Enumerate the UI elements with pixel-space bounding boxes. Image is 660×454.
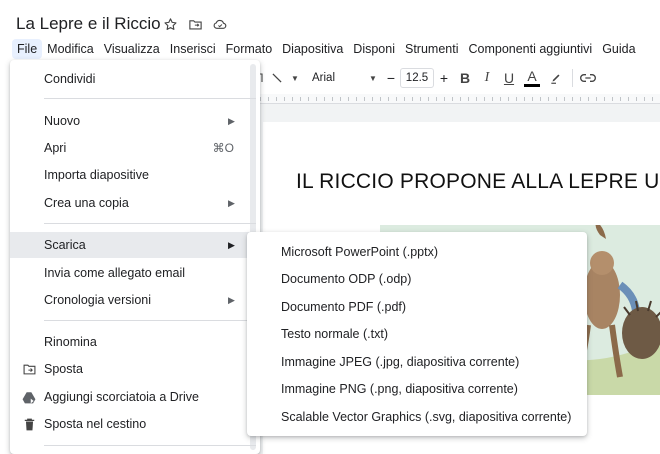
download-odp[interactable]: Documento ODP (.odp) bbox=[247, 265, 587, 292]
menu-divider bbox=[44, 445, 256, 446]
menu-item-label: Rinomina bbox=[44, 335, 97, 349]
menu-item-condividi[interactable]: Condividi bbox=[10, 66, 260, 92]
menu-item-apri[interactable]: Apri ⌘O bbox=[10, 135, 260, 161]
menu-disponi[interactable]: Disponi bbox=[348, 39, 400, 59]
menu-item-invia-email[interactable]: Invia come allegato email bbox=[10, 260, 260, 286]
menu-file[interactable]: File bbox=[12, 39, 43, 59]
download-submenu: Microsoft PowerPoint (.pptx) Documento O… bbox=[247, 232, 587, 436]
menu-item-label: Sposta nel cestino bbox=[44, 417, 147, 431]
submenu-item-label: Documento ODP (.odp) bbox=[281, 271, 412, 286]
toolbar: ▼ Arial ▼ − 12.5 + B I U A bbox=[250, 64, 660, 92]
font-size-decrease-button[interactable]: − bbox=[382, 66, 400, 90]
document-title[interactable]: La Lepre e il Riccio bbox=[16, 14, 161, 34]
download-pdf[interactable]: Documento PDF (.pdf) bbox=[247, 293, 587, 320]
highlight-pen-icon[interactable] bbox=[544, 66, 568, 90]
menu-item-label: Scarica bbox=[44, 238, 86, 252]
menu-item-label: Apri bbox=[44, 141, 67, 155]
cloud-status-icon[interactable] bbox=[211, 15, 229, 33]
chevron-down-icon[interactable]: ▼ bbox=[364, 66, 382, 90]
menu-item-sposta-nel-cestino[interactable]: Sposta nel cestino bbox=[10, 411, 260, 437]
text-color-glyph: A bbox=[527, 68, 537, 84]
menu-item-nuovo[interactable]: Nuovo ▶ bbox=[10, 108, 260, 134]
font-family-select[interactable]: Arial bbox=[302, 66, 364, 90]
menu-item-label: Aggiungi scorciatoia a Drive bbox=[44, 390, 199, 404]
font-size-input[interactable]: 12.5 bbox=[400, 68, 434, 88]
text-color-swatch bbox=[524, 84, 540, 87]
font-size-increase-button[interactable]: + bbox=[434, 66, 454, 90]
link-icon[interactable] bbox=[577, 66, 599, 90]
submenu-item-label: Microsoft PowerPoint (.pptx) bbox=[281, 244, 438, 259]
menu-strumenti[interactable]: Strumenti bbox=[400, 39, 464, 59]
toolbar-divider bbox=[572, 69, 573, 87]
move-folder-icon bbox=[22, 362, 36, 376]
menu-divider bbox=[44, 223, 256, 224]
text-color-button[interactable]: A bbox=[520, 66, 544, 90]
menu-item-label: Sposta bbox=[44, 362, 83, 376]
menu-item-label: Crea una copia bbox=[44, 196, 129, 210]
submenu-item-label: Documento PDF (.pdf) bbox=[281, 299, 407, 314]
title-bar: La Lepre e il Riccio bbox=[0, 0, 660, 38]
menu-item-sposta[interactable]: Sposta bbox=[10, 356, 260, 382]
menu-componenti-aggiuntivi[interactable]: Componenti aggiuntivi bbox=[463, 39, 597, 59]
menu-item-label: Condividi bbox=[44, 72, 96, 86]
line-tool-icon[interactable] bbox=[266, 66, 288, 90]
menu-item-crea-una-copia[interactable]: Crea una copia ▶ bbox=[10, 190, 260, 216]
download-jpg[interactable]: Immagine JPEG (.jpg, diapositiva corrent… bbox=[247, 348, 587, 375]
submenu-item-label: Testo normale (.txt) bbox=[281, 326, 388, 341]
menu-diapositiva[interactable]: Diapositiva bbox=[277, 39, 348, 59]
menu-item-aggiungi-scorciatoia[interactable]: Aggiungi scorciatoia a Drive bbox=[10, 384, 260, 410]
chevron-down-icon[interactable]: ▼ bbox=[288, 66, 302, 90]
submenu-item-label: Immagine JPEG (.jpg, diapositiva corrent… bbox=[281, 354, 520, 369]
download-png[interactable]: Immagine PNG (.png, diapositiva corrente… bbox=[247, 375, 587, 402]
file-menu: Condividi Nuovo ▶ Apri ⌘O Importa diapos… bbox=[10, 60, 260, 454]
menu-item-label: Invia come allegato email bbox=[44, 266, 186, 280]
menu-visualizza[interactable]: Visualizza bbox=[99, 39, 165, 59]
menu-item-label: Cronologia versioni bbox=[44, 293, 152, 307]
menu-divider bbox=[44, 98, 256, 99]
slide-title[interactable]: IL RICCIO PROPONE ALLA LEPRE U bbox=[296, 170, 660, 194]
submenu-item-label: Immagine PNG (.png, diapositiva corrente… bbox=[281, 381, 518, 396]
download-pptx[interactable]: Microsoft PowerPoint (.pptx) bbox=[247, 238, 587, 265]
submenu-arrow-icon: ▶ bbox=[228, 115, 235, 126]
submenu-item-label: Scalable Vector Graphics (.svg, diaposit… bbox=[281, 409, 572, 424]
underline-button[interactable]: U bbox=[498, 66, 520, 90]
italic-button[interactable]: I bbox=[476, 66, 498, 90]
star-icon[interactable] bbox=[161, 15, 179, 33]
submenu-arrow-icon: ▶ bbox=[228, 294, 235, 305]
font-family-value: Arial bbox=[312, 72, 336, 84]
menu-modifica[interactable]: Modifica bbox=[42, 39, 99, 59]
horizontal-ruler bbox=[260, 94, 660, 104]
menu-item-rinomina[interactable]: Rinomina bbox=[10, 329, 260, 355]
drive-shortcut-icon bbox=[22, 390, 36, 404]
download-txt[interactable]: Testo normale (.txt) bbox=[247, 320, 587, 347]
menu-guida[interactable]: Guida bbox=[597, 39, 640, 59]
submenu-arrow-icon: ▶ bbox=[228, 239, 235, 250]
menu-inserisci[interactable]: Inserisci bbox=[165, 39, 221, 59]
submenu-arrow-icon: ▶ bbox=[228, 197, 235, 208]
menu-item-cronologia-versioni[interactable]: Cronologia versioni ▶ bbox=[10, 287, 260, 313]
bold-button[interactable]: B bbox=[454, 66, 476, 90]
menu-divider bbox=[44, 320, 256, 321]
menu-item-label: Nuovo bbox=[44, 114, 81, 128]
menu-item-importa-diapositive[interactable]: Importa diapositive bbox=[10, 162, 260, 188]
shortcut-hint: ⌘O bbox=[212, 141, 234, 155]
move-to-folder-icon[interactable] bbox=[186, 15, 204, 33]
menu-bar: File Modifica Visualizza Inserisci Forma… bbox=[0, 38, 660, 60]
menu-formato[interactable]: Formato bbox=[221, 39, 278, 59]
trash-icon bbox=[22, 417, 36, 431]
menu-item-label: Importa diapositive bbox=[44, 168, 149, 182]
menu-item-scarica[interactable]: Scarica ▶ bbox=[10, 232, 260, 258]
download-svg[interactable]: Scalable Vector Graphics (.svg, diaposit… bbox=[247, 403, 587, 430]
